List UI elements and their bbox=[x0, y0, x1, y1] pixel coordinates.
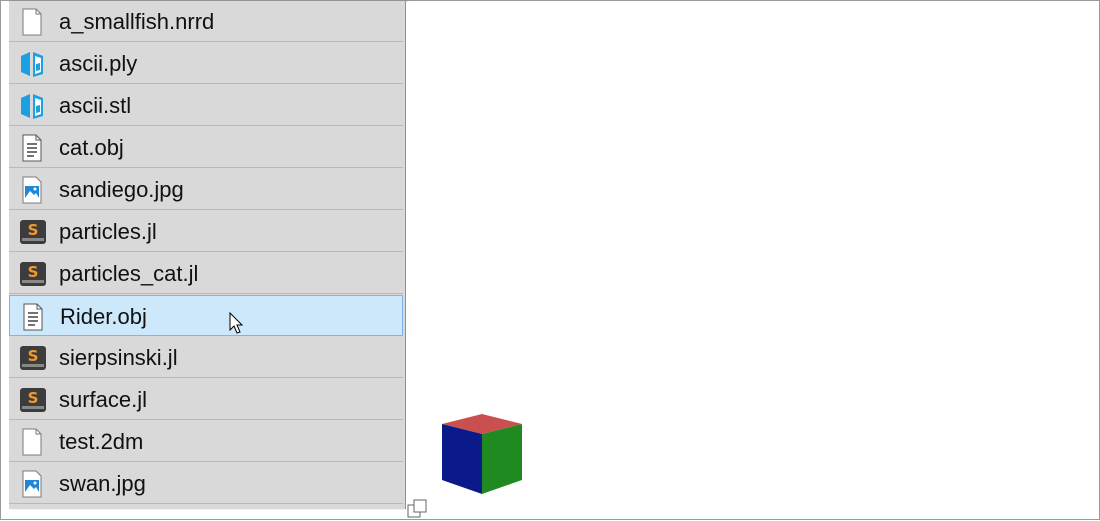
blank-file-icon bbox=[19, 428, 45, 456]
file-name-label: ascii.ply bbox=[59, 51, 138, 76]
sublime-file-icon: S bbox=[19, 344, 46, 372]
file-name-label: particles.jl bbox=[59, 219, 157, 244]
file-row[interactable]: Ssurface.jl bbox=[9, 379, 403, 420]
file-list: a_smallfish.nrrd ascii.ply ascii.stl cat.ob… bbox=[9, 1, 406, 509]
sublime-file-icon: S bbox=[19, 218, 46, 246]
svg-text:S: S bbox=[28, 389, 39, 407]
file-name-label: sandiego.jpg bbox=[59, 177, 184, 202]
file-row[interactable]: cat.obj bbox=[9, 127, 403, 168]
file-name-label: particles_cat.jl bbox=[59, 261, 199, 286]
file-name-label: a_smallfish.nrrd bbox=[59, 9, 215, 34]
mouse-pointer-icon bbox=[229, 312, 244, 334]
file-name-label: sierpsinski.jl bbox=[59, 345, 178, 370]
file-row[interactable]: sandiego.jpg bbox=[9, 169, 403, 210]
image-file-icon bbox=[19, 176, 45, 204]
svg-text:S: S bbox=[28, 347, 39, 365]
blank-file-icon bbox=[19, 8, 45, 36]
3d-model-icon bbox=[19, 92, 45, 120]
text-file-icon bbox=[19, 134, 45, 162]
file-row[interactable]: Ssierpsinski.jl bbox=[9, 337, 403, 378]
file-name-label: test.2dm bbox=[59, 429, 144, 454]
file-name-label: cat.obj bbox=[59, 135, 124, 160]
file-row[interactable]: ascii.ply bbox=[9, 43, 403, 84]
svg-text:S: S bbox=[28, 263, 39, 281]
3d-model-icon bbox=[19, 50, 45, 78]
file-name-label: ascii.stl bbox=[59, 93, 132, 118]
app-window: a_smallfish.nrrd ascii.ply ascii.stl cat.ob… bbox=[0, 0, 1100, 520]
sublime-file-icon: S bbox=[19, 386, 46, 414]
file-row[interactable]: ascii.stl bbox=[9, 85, 403, 126]
rgb-cube-icon bbox=[442, 414, 522, 494]
file-row[interactable]: Sparticles_cat.jl bbox=[9, 253, 403, 294]
file-name-label: Rider.obj bbox=[60, 304, 147, 329]
3d-viewport[interactable] bbox=[406, 2, 1099, 519]
sublime-file-icon: S bbox=[19, 260, 46, 288]
cube-right-face bbox=[482, 424, 522, 494]
file-name-label: surface.jl bbox=[59, 387, 148, 412]
text-file-icon bbox=[20, 303, 46, 331]
file-row[interactable]: Rider.obj bbox=[9, 295, 403, 336]
image-file-icon bbox=[19, 470, 45, 498]
file-row[interactable]: test.2dm bbox=[9, 421, 403, 462]
file-row[interactable]: a_smallfish.nrrd bbox=[9, 1, 403, 42]
resize-handle-icon[interactable] bbox=[406, 499, 434, 521]
svg-text:S: S bbox=[28, 221, 39, 239]
file-name-label: swan.jpg bbox=[59, 471, 146, 496]
file-row[interactable]: swan.jpg bbox=[9, 463, 403, 504]
file-row[interactable]: Sparticles.jl bbox=[9, 211, 403, 252]
cube-left-face bbox=[442, 424, 482, 494]
